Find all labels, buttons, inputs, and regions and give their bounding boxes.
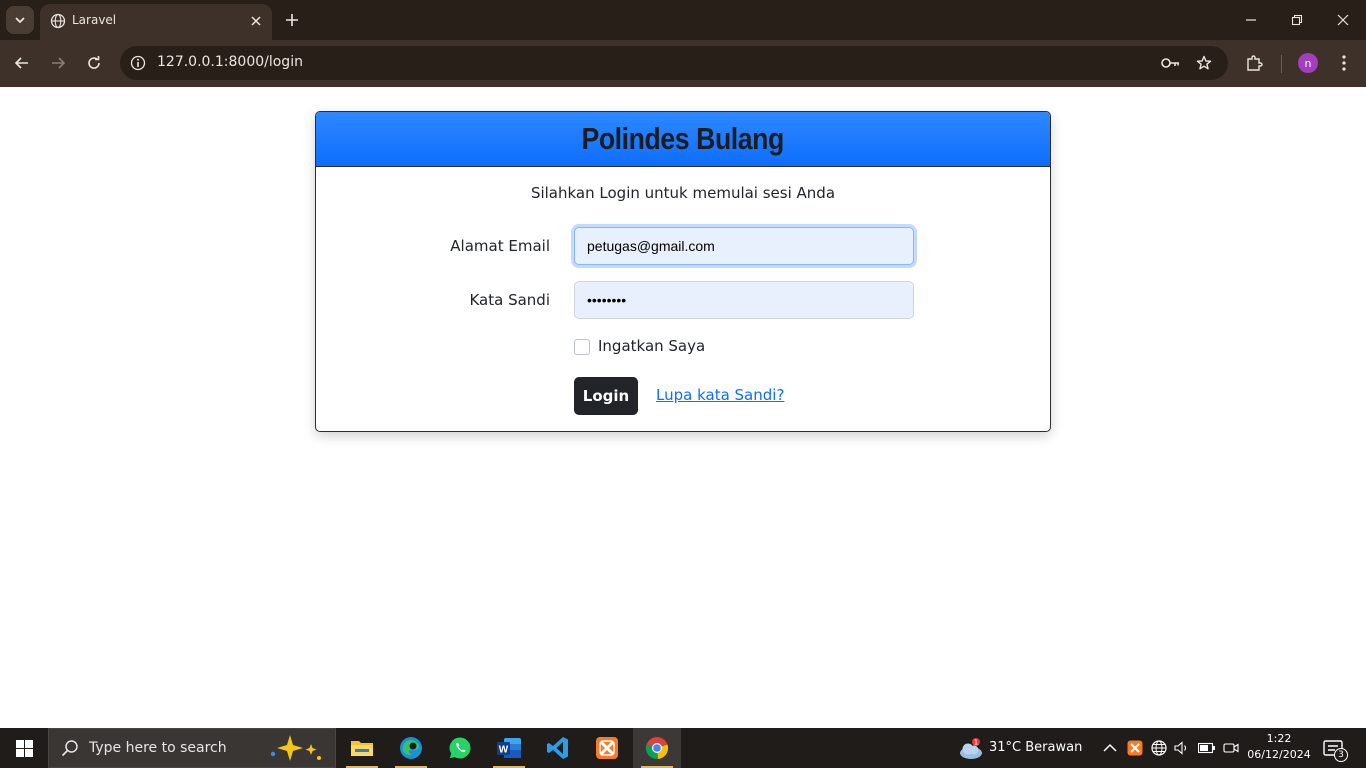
battery-button[interactable] <box>1198 739 1216 757</box>
remember-me-label[interactable]: Ingatkan Saya <box>598 337 705 355</box>
taskbar-xampp[interactable] <box>583 728 631 768</box>
kebab-menu-icon <box>1342 55 1346 71</box>
email-field[interactable]: petugas@gmail.com <box>574 227 914 265</box>
tab-search-button[interactable] <box>6 6 34 34</box>
back-button[interactable] <box>10 51 34 75</box>
weather-text[interactable]: 31°C Berawan <box>989 740 1082 755</box>
globe-icon <box>1151 740 1167 756</box>
start-button[interactable] <box>0 728 48 768</box>
tray-xampp[interactable] <box>1126 739 1144 757</box>
clock-time: 1:22 <box>1266 732 1292 745</box>
star-icon <box>1196 55 1212 70</box>
key-icon <box>1161 58 1179 68</box>
browser-toolbar: 127.0.0.1:8000/login n <box>0 40 1366 87</box>
url-text: 127.0.0.1:8000/login <box>157 54 303 70</box>
menu-button[interactable] <box>1333 52 1355 74</box>
network-button[interactable] <box>1150 739 1168 757</box>
plus-icon <box>286 14 298 26</box>
vscode-icon <box>547 737 568 759</box>
login-card: Polindes Bulang Silahkan Login untuk mem… <box>315 111 1051 432</box>
search-placeholder: Type here to search <box>89 740 227 756</box>
restore-button[interactable] <box>1285 8 1309 32</box>
chevron-down-icon <box>15 17 25 24</box>
remember-me-checkbox[interactable] <box>574 339 590 355</box>
word-icon: W <box>497 738 521 758</box>
close-icon <box>251 16 261 26</box>
forgot-password-link[interactable]: Lupa kata Sandi? <box>656 386 784 404</box>
svg-text:W: W <box>499 745 509 756</box>
notification-badge: 3 <box>1334 748 1348 762</box>
taskbar-vscode[interactable] <box>534 728 582 768</box>
email-label: Alamat Email <box>450 237 550 255</box>
close-window-button[interactable] <box>1331 8 1355 32</box>
browser-tab-bar: Laravel <box>0 0 1366 40</box>
windows-logo-icon <box>15 739 33 757</box>
taskbar-search[interactable]: Type here to search <box>48 728 336 768</box>
puzzle-icon <box>1247 55 1263 71</box>
battery-icon <box>1198 742 1215 754</box>
show-hidden-icons-button[interactable] <box>1101 739 1119 757</box>
page-title: Polindes Bulang <box>581 121 785 156</box>
search-icon <box>61 740 78 757</box>
login-subtitle: Silahkan Login untuk memulai sesi Anda <box>530 184 836 202</box>
taskbar-word[interactable]: W <box>485 728 533 768</box>
tab-title: Laravel <box>72 13 117 27</box>
password-value: •••••••• <box>587 292 627 308</box>
minimize-button[interactable] <box>1239 8 1263 32</box>
info-icon <box>130 55 146 71</box>
reload-icon <box>88 56 100 69</box>
chevron-up-icon <box>1103 743 1117 752</box>
taskbar-edge[interactable] <box>387 728 435 768</box>
xampp-icon <box>1127 740 1143 756</box>
xampp-icon <box>596 737 618 759</box>
close-icon <box>1337 14 1349 26</box>
sparkle-icon <box>270 735 321 761</box>
close-tab-button[interactable] <box>248 13 264 29</box>
taskbar-whatsapp[interactable] <box>436 728 484 768</box>
globe-icon <box>50 13 66 29</box>
whatsapp-icon <box>449 737 471 759</box>
chrome-icon <box>645 737 669 760</box>
reload-button[interactable] <box>82 51 106 75</box>
email-value: petugas@gmail.com <box>587 238 715 254</box>
folder-icon <box>351 741 373 756</box>
meet-now-button[interactable] <box>1222 739 1240 757</box>
password-field[interactable]: •••••••• <box>574 281 914 319</box>
clock[interactable]: 1:22 06/12/2024 <box>1244 731 1314 763</box>
password-label: Kata Sandi <box>469 291 550 309</box>
toolbar-separator <box>1281 55 1282 73</box>
address-bar[interactable]: 127.0.0.1:8000/login <box>120 46 1228 80</box>
windows-taskbar: Type here to search W 1 31°C Berawan 1:2… <box>0 728 1366 768</box>
bookmark-button[interactable] <box>1194 53 1214 73</box>
login-button[interactable]: Login <box>574 377 638 415</box>
minimize-icon <box>1246 19 1256 21</box>
svg-text:1: 1 <box>974 739 978 747</box>
profile-avatar[interactable]: n <box>1298 53 1318 73</box>
card-header: Polindes Bulang <box>316 112 1050 167</box>
site-info-button[interactable] <box>128 53 148 73</box>
camera-icon <box>1223 743 1239 753</box>
speaker-icon <box>1174 741 1187 755</box>
taskbar-file-explorer[interactable] <box>338 728 386 768</box>
volume-button[interactable] <box>1173 739 1191 757</box>
taskbar-chrome[interactable] <box>633 728 681 768</box>
extensions-button[interactable] <box>1243 52 1265 74</box>
new-tab-button[interactable] <box>282 10 302 30</box>
password-manager-button[interactable] <box>1161 53 1181 73</box>
arrow-right-icon <box>52 57 66 69</box>
forward-button[interactable] <box>46 51 70 75</box>
clock-date: 06/12/2024 <box>1247 748 1311 761</box>
arrow-left-icon <box>14 57 28 69</box>
cloudy-weather-icon[interactable]: 1 <box>957 738 985 760</box>
browser-tab[interactable]: Laravel <box>40 4 272 40</box>
restore-icon <box>1291 14 1303 26</box>
edge-icon <box>400 737 422 759</box>
